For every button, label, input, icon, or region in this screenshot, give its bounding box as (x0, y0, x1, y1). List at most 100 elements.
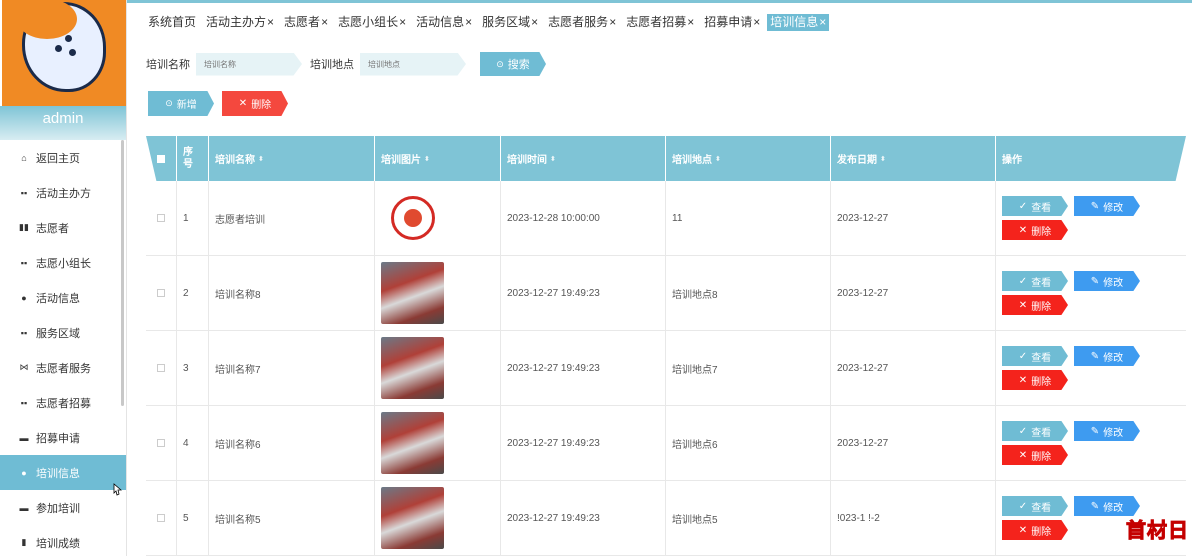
close-icon[interactable]: × (321, 15, 328, 29)
tab-6[interactable]: 志愿者服务× (545, 14, 619, 31)
delete-button[interactable]: ✕ 删除 (1002, 220, 1068, 240)
col-time[interactable]: 培训时间 ⬍ (501, 136, 666, 181)
sidebar-scrollbar[interactable] (121, 140, 124, 406)
tab-label: 服务区域 (482, 15, 531, 29)
row-index: 1 (177, 181, 209, 255)
tab-2[interactable]: 志愿者× (281, 14, 331, 31)
col-image[interactable]: 培训图片 ⬍ (375, 136, 501, 181)
row-checkbox[interactable] (157, 514, 165, 522)
avatar-face (17, 0, 106, 92)
row-location: 11 (666, 181, 831, 255)
edit-button[interactable]: ✎ 修改 (1074, 421, 1140, 441)
sidebar-item-5[interactable]: ▪▪ 服务区域 (0, 315, 126, 350)
delete-button-label: 删除 (251, 100, 272, 111)
name-search-input[interactable] (196, 52, 302, 76)
pencil-icon: ✎ (1090, 275, 1100, 287)
batch-delete-button[interactable]: ✕ 删除 (222, 91, 288, 116)
view-button[interactable]: ✓ 查看 (1002, 271, 1068, 291)
add-button[interactable]: ⊙ 新增 (148, 91, 214, 116)
col-date[interactable]: 发布日期 ⬍ (831, 136, 996, 181)
training-photo[interactable] (381, 337, 444, 399)
row-image-cell (375, 406, 501, 480)
tab-0[interactable]: 系统首页 (145, 14, 199, 31)
col-date-label: 发布日期 (837, 155, 877, 166)
close-icon[interactable]: × (267, 15, 274, 29)
row-checkbox[interactable] (157, 364, 165, 372)
sidebar-item-6[interactable]: ⋈ 志愿者服务 (0, 350, 126, 385)
tab-label: 活动信息 (416, 15, 465, 29)
action-bar: ⊙ 新增 ✕ 删除 (148, 91, 288, 116)
col-name[interactable]: 培训名称 ⬍ (209, 136, 375, 181)
view-button[interactable]: ✓ 查看 (1002, 196, 1068, 216)
row-actions: ✓ 查看 ✎ 修改 ✕ 删除 (996, 181, 1186, 255)
close-icon[interactable]: × (465, 15, 472, 29)
row-time: 2023-12-27 19:49:23 (501, 406, 666, 480)
delete-label: 删除 (1031, 451, 1052, 463)
view-button[interactable]: ✓ 查看 (1002, 421, 1068, 441)
view-button[interactable]: ✓ 查看 (1002, 346, 1068, 366)
row-checkbox[interactable] (157, 289, 165, 297)
sidebar-item-9[interactable]: ● 培训信息 (0, 455, 126, 490)
avatar[interactable] (2, 0, 126, 106)
sidebar-item-4[interactable]: ● 活动信息 (0, 280, 126, 315)
clipboard-icon: ▮ (21, 537, 27, 547)
row-date: 2023-12-27 (831, 331, 996, 405)
row-checkbox[interactable] (157, 439, 165, 447)
row-index: 2 (177, 256, 209, 330)
col-time-label: 培训时间 (507, 155, 547, 166)
sidebar-item-10[interactable]: ▬ 参加培训 (0, 490, 126, 525)
search-button[interactable]: ⊙ 搜索 (480, 52, 546, 76)
row-checkbox-cell (146, 406, 177, 480)
tab-7[interactable]: 志愿者招募× (623, 14, 697, 31)
col-location[interactable]: 培训地点 ⬍ (666, 136, 831, 181)
delete-button[interactable]: ✕ 删除 (1002, 295, 1068, 315)
close-icon[interactable]: × (753, 15, 760, 29)
sidebar-item-7[interactable]: ▪▪ 志愿者招募 (0, 385, 126, 420)
edit-label: 修改 (1103, 352, 1124, 364)
close-icon[interactable]: × (819, 15, 826, 29)
view-button[interactable]: ✓ 查看 (1002, 496, 1068, 516)
sidebar-item-8[interactable]: ▬ 招募申请 (0, 420, 126, 455)
delete-button[interactable]: ✕ 删除 (1002, 445, 1068, 465)
delete-button[interactable]: ✕ 删除 (1002, 520, 1068, 540)
tab-4[interactable]: 活动信息× (413, 14, 475, 31)
sidebar-item-2[interactable]: ▮▮ 志愿者 (0, 210, 126, 245)
tab-5[interactable]: 服务区域× (479, 14, 541, 31)
col-actions-label: 操作 (1002, 155, 1022, 166)
close-icon[interactable]: × (687, 15, 694, 29)
tab-3[interactable]: 志愿小组长× (335, 14, 409, 31)
edit-button[interactable]: ✎ 修改 (1074, 196, 1140, 216)
training-logo-image[interactable] (381, 187, 444, 249)
close-icon[interactable]: × (609, 15, 616, 29)
row-time: 2023-12-27 19:49:23 (501, 256, 666, 330)
row-name: 培训名称8 (209, 256, 375, 330)
select-all-checkbox[interactable] (157, 154, 165, 163)
edit-button[interactable]: ✎ 修改 (1074, 271, 1140, 291)
row-date: 2023-12-27 (831, 181, 996, 255)
user-icon: ● (21, 467, 27, 478)
edit-button[interactable]: ✎ 修改 (1074, 346, 1140, 366)
sidebar-item-1[interactable]: ▪▪ 活动主办方 (0, 175, 126, 210)
training-photo[interactable] (381, 487, 444, 549)
row-name: 培训名称5 (209, 481, 375, 555)
delete-button[interactable]: ✕ 删除 (1002, 370, 1068, 390)
close-icon[interactable]: × (531, 15, 538, 29)
row-checkbox[interactable] (157, 214, 165, 222)
training-photo[interactable] (381, 412, 444, 474)
edit-button[interactable]: ✎ 修改 (1074, 496, 1140, 516)
sidebar-item-0[interactable]: ⌂ 返回主页 (0, 140, 126, 175)
row-date: !023-1 !-2 (831, 481, 996, 555)
tab-9[interactable]: 培训信息× (767, 14, 830, 31)
tab-1[interactable]: 活动主办方× (203, 14, 277, 31)
location-search-input[interactable] (360, 52, 466, 76)
sidebar-item-label: 志愿小组长 (36, 257, 91, 270)
training-photo[interactable] (381, 262, 444, 324)
sidebar-item-3[interactable]: ▪▪ 志愿小组长 (0, 245, 126, 280)
pencil-icon: ✎ (1090, 425, 1100, 437)
sidebar-item-label: 活动主办方 (36, 187, 91, 200)
tab-8[interactable]: 招募申请× (701, 14, 763, 31)
close-icon: ✕ (1018, 374, 1028, 386)
sidebar-item-11[interactable]: ▮ 培训成绩 (0, 525, 126, 556)
close-icon[interactable]: × (399, 15, 406, 29)
sidebar-item-label: 培训信息 (36, 467, 80, 480)
